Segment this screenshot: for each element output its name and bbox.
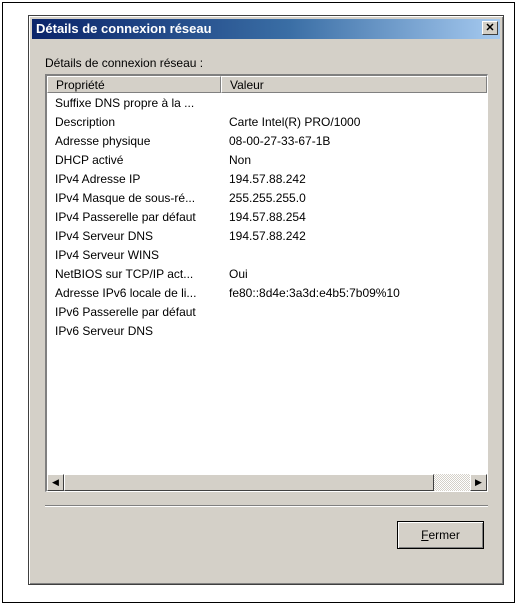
cell-property: IPv4 Adresse IP [55, 172, 141, 186]
list-row[interactable]: IPv6 Passerelle par défaut [47, 303, 487, 322]
cell-value: Oui [229, 267, 248, 281]
cell-property: Description [55, 115, 116, 129]
cell-value: 194.57.88.254 [229, 210, 306, 224]
list-row[interactable]: NetBIOS sur TCP/IP act... Oui [47, 265, 487, 284]
list-row[interactable]: DHCP activé Non [47, 151, 487, 170]
list-row[interactable]: Suffixe DNS propre à la ... [47, 94, 487, 113]
window-close-button[interactable]: ✕ [482, 21, 498, 35]
horizontal-scrollbar[interactable]: ◀ ▶ [47, 474, 487, 491]
list-row[interactable]: IPv4 Serveur DNS 194.57.88.242 [47, 227, 487, 246]
listview-rows: Suffixe DNS propre à la ... Description Ca… [47, 94, 487, 341]
list-row[interactable]: IPv4 Adresse IP 194.57.88.242 [47, 170, 487, 189]
properties-listview[interactable]: Propriété Valeur Suffixe DNS propre à la… [45, 74, 488, 492]
list-row[interactable]: IPv4 Passerelle par défaut 194.57.88.254 [47, 208, 487, 227]
title-bar: Détails de connexion réseau ✕ [32, 19, 500, 39]
cell-value: fe80::8d4e:3a3d:e4b5:7b09%10 [229, 286, 400, 300]
scroll-thumb[interactable] [64, 474, 434, 491]
cell-property: IPv6 Serveur DNS [55, 324, 154, 338]
cell-property: IPv4 Serveur DNS [55, 229, 154, 243]
close-button[interactable]: Fermer [397, 521, 484, 549]
cell-property: NetBIOS sur TCP/IP act... [55, 267, 194, 281]
cell-property: IPv4 Masque de sous-ré... [55, 191, 196, 205]
window-title: Détails de connexion réseau [36, 21, 212, 36]
cell-value: Non [229, 153, 252, 167]
cell-property: Suffixe DNS propre à la ... [55, 96, 195, 110]
close-icon: ✕ [485, 22, 495, 34]
cell-property: IPv6 Passerelle par défaut [55, 305, 196, 319]
column-header-property[interactable]: Propriété [47, 76, 221, 93]
arrow-right-icon: ▶ [475, 477, 482, 487]
scroll-right-button[interactable]: ▶ [470, 474, 487, 491]
arrow-left-icon: ◀ [52, 477, 59, 487]
cell-value: 255.255.255.0 [229, 191, 306, 205]
list-row[interactable]: IPv6 Serveur DNS [47, 322, 487, 341]
cell-value: 194.57.88.242 [229, 229, 306, 243]
cell-value: 08-00-27-33-67-1B [229, 134, 331, 148]
group-label: Détails de connexion réseau : [45, 56, 204, 70]
list-row[interactable]: Description Carte Intel(R) PRO/1000 [47, 113, 487, 132]
listview-header: Propriété Valeur [47, 76, 487, 93]
cell-property: DHCP activé [55, 153, 124, 167]
list-row[interactable]: Adresse IPv6 locale de li... fe80::8d4e:3… [47, 284, 487, 303]
list-row[interactable]: IPv4 Serveur WINS [47, 246, 487, 265]
list-row[interactable]: IPv4 Masque de sous-ré... 255.255.255.0 [47, 189, 487, 208]
cell-property: Adresse physique [55, 134, 151, 148]
cell-value: 194.57.88.242 [229, 172, 306, 186]
cell-value [221, 303, 487, 322]
dialog-window: Détails de connexion réseau ✕ Détails de… [28, 15, 504, 585]
cell-property: IPv4 Serveur WINS [55, 248, 160, 262]
cell-value [221, 94, 487, 113]
separator [45, 505, 488, 507]
scroll-left-button[interactable]: ◀ [47, 474, 64, 491]
cell-property: IPv4 Passerelle par défaut [55, 210, 196, 224]
cell-value [221, 322, 487, 341]
close-button-label: ermer [428, 528, 460, 542]
list-row[interactable]: Adresse physique 08-00-27-33-67-1B [47, 132, 487, 151]
cell-property: Adresse IPv6 locale de li... [55, 286, 197, 300]
cell-value: Carte Intel(R) PRO/1000 [229, 115, 361, 129]
column-header-value[interactable]: Valeur [221, 76, 487, 93]
close-button-mnemonic: F [421, 528, 429, 542]
cell-value [221, 246, 487, 265]
